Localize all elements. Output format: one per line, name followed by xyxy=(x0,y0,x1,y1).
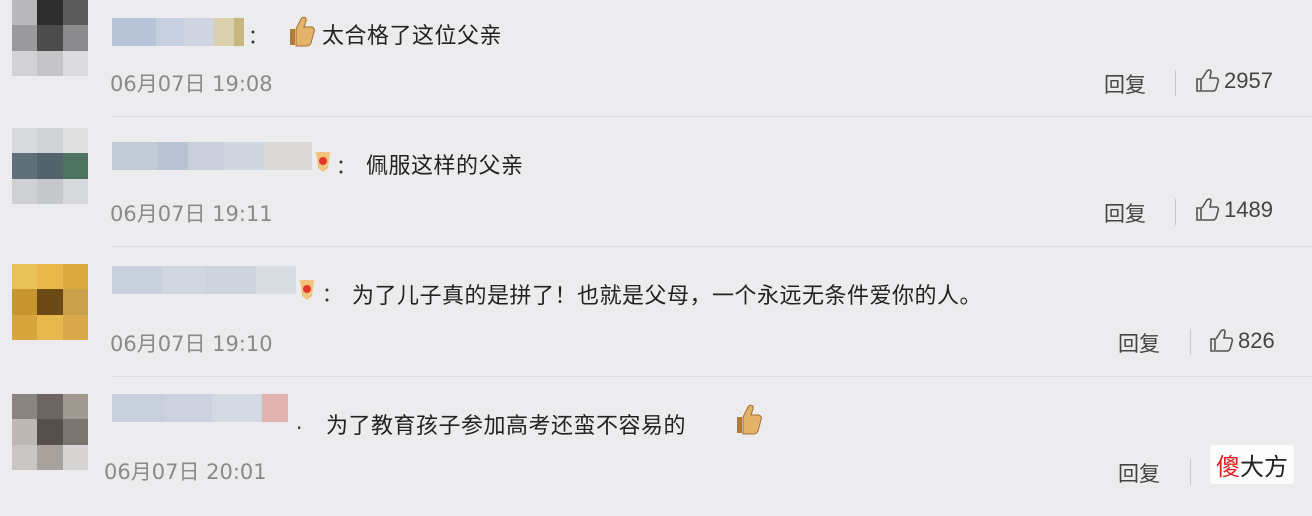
reply-button[interactable]: 回复 xyxy=(1118,328,1160,358)
action-divider xyxy=(1190,459,1191,485)
comment-time: 06月07日 20:01 xyxy=(104,460,267,484)
reply-button[interactable]: 回复 xyxy=(1104,198,1146,228)
comment-text: 为了儿子真的是拼了！也就是父母，一个永远无条件爱你的人。 xyxy=(352,284,983,309)
comment-time: 06月07日 19:11 xyxy=(110,202,273,226)
thumbs-up-outline-icon xyxy=(1196,198,1220,221)
action-divider xyxy=(1175,199,1176,225)
comment-time: 06月07日 19:08 xyxy=(110,72,273,96)
like-button[interactable]: 1489 xyxy=(1194,197,1273,223)
like-count: 826 xyxy=(1238,328,1275,353)
comment-text: 太合格了这位父亲 xyxy=(322,24,503,49)
avatar[interactable] xyxy=(12,264,88,340)
divider xyxy=(112,116,1312,117)
like-button[interactable]: 826 xyxy=(1208,328,1275,354)
comment-time: 06月07日 19:10 xyxy=(110,332,273,356)
avatar[interactable] xyxy=(12,128,88,204)
watermark: 傻大方 xyxy=(1210,445,1294,484)
username[interactable] xyxy=(112,18,244,46)
divider xyxy=(112,246,1312,247)
comment-item: ： 佩服这样的父亲 06月07日 19:11 回复 1489 xyxy=(0,128,1312,256)
username[interactable] xyxy=(112,266,296,294)
action-divider xyxy=(1190,329,1191,355)
reply-button[interactable]: 回复 xyxy=(1104,69,1146,99)
avatar[interactable] xyxy=(12,394,88,470)
like-count: 2957 xyxy=(1224,68,1273,93)
like-button[interactable]: 2957 xyxy=(1194,68,1273,94)
avatar[interactable] xyxy=(12,0,88,76)
divider xyxy=(112,376,1312,377)
comment-item: . 为了教育孩子参加高考还蛮不容易的 06月07日 20:01 回复 xyxy=(0,388,1312,516)
username[interactable] xyxy=(112,142,312,170)
thumbs-up-outline-icon xyxy=(1210,329,1234,352)
like-count: 1489 xyxy=(1224,197,1273,222)
comment-item: ： 为了儿子真的是拼了！也就是父母，一个永远无条件爱你的人。 06月07日 19… xyxy=(0,258,1312,386)
comment-separator: ： xyxy=(322,282,342,306)
username[interactable] xyxy=(112,394,288,422)
comment-text: 为了教育孩子参加高考还蛮不容易的 xyxy=(326,414,687,439)
action-divider xyxy=(1175,70,1176,96)
thumbs-up-icon xyxy=(737,404,762,435)
watermark-text: 大方 xyxy=(1240,453,1288,481)
thumbs-up-icon xyxy=(290,16,315,47)
vip-badge-icon xyxy=(300,280,314,300)
comment-separator: . xyxy=(296,410,303,434)
vip-badge-icon xyxy=(316,152,330,172)
reply-button[interactable]: 回复 xyxy=(1118,458,1160,488)
comment-separator: ： xyxy=(248,24,268,48)
comment-text: 佩服这样的父亲 xyxy=(366,154,524,179)
comment-separator: ： xyxy=(336,154,356,178)
thumbs-up-outline-icon xyxy=(1196,69,1220,92)
watermark-accent-text: 傻 xyxy=(1216,453,1240,481)
comment-item: ： 太合格了这位父亲 06月07日 19:08 回复 2957 xyxy=(0,0,1312,128)
